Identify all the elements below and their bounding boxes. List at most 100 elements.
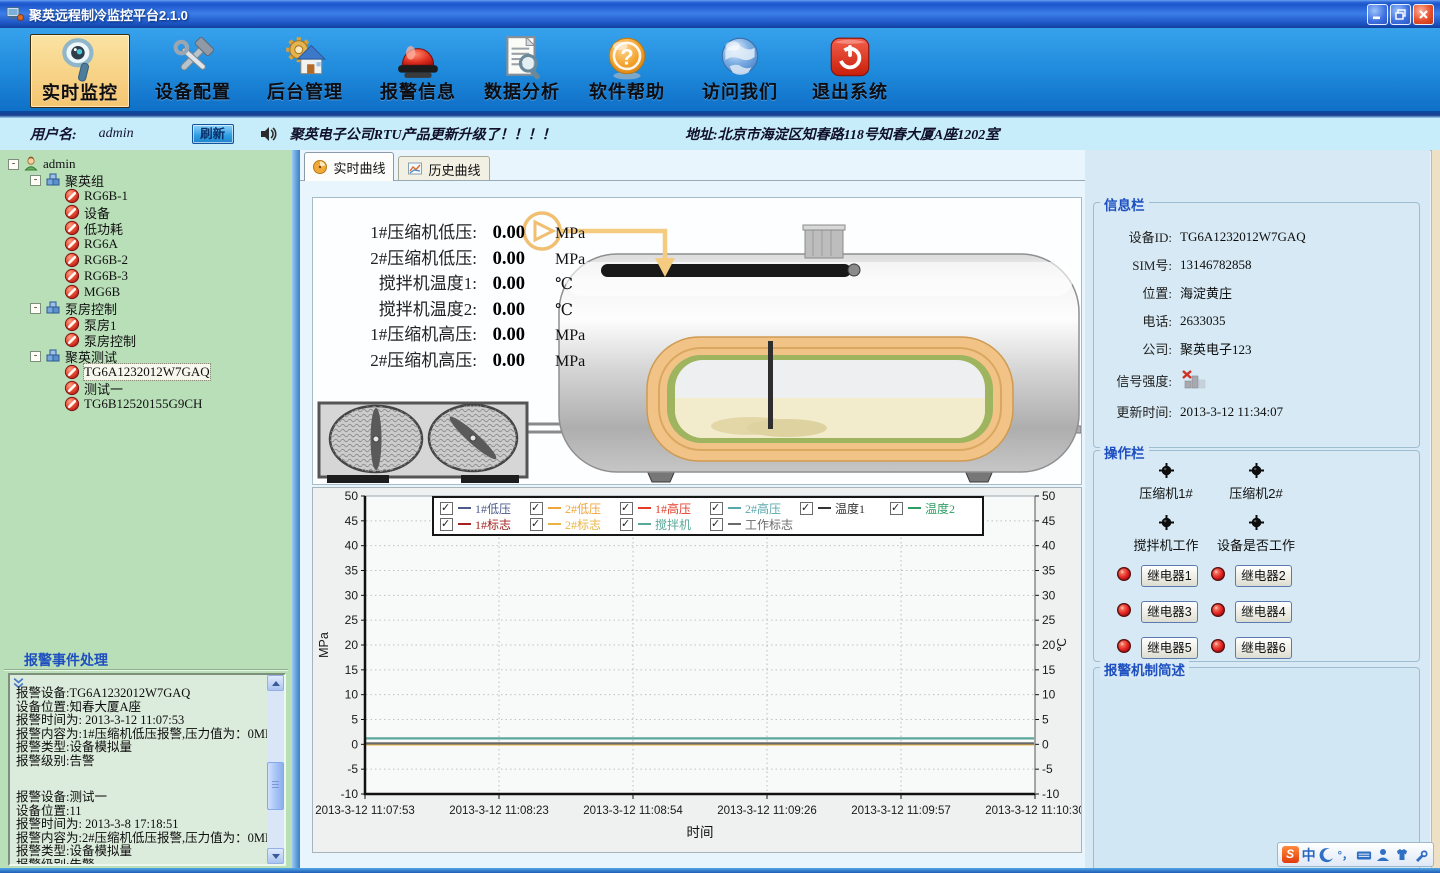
info-row: 更新时间:2013-3-12 11:34:07 — [1094, 402, 1419, 421]
legend-checkbox[interactable] — [440, 518, 453, 531]
device-offline-icon — [64, 220, 80, 236]
measurement-unit: MPa — [555, 353, 585, 371]
relay-button-1[interactable]: 继电器1 — [1141, 565, 1198, 587]
legend-item: 1#标志 — [440, 516, 530, 533]
info-group-title: 信息栏 — [1100, 194, 1149, 214]
x-tick-label: 2013-3-12 11:09:57 — [851, 805, 951, 817]
device-offline-icon — [64, 364, 80, 380]
sogou-logo-icon[interactable]: S — [1282, 846, 1299, 863]
scrollbar-down-button[interactable] — [267, 848, 284, 864]
legend-dash-icon — [458, 507, 471, 509]
tree-row[interactable]: RG6B-3 — [0, 268, 292, 284]
legend-label: 1#低压 — [475, 500, 511, 517]
tree-row[interactable]: 泵房1 — [0, 316, 292, 332]
legend-checkbox[interactable] — [620, 518, 633, 531]
tree-row[interactable]: TG6B12520155G9CH — [0, 396, 292, 412]
legend-checkbox[interactable] — [530, 518, 543, 531]
toolbar-button-7[interactable]: 访问我们 — [690, 34, 790, 108]
alarm-events-box[interactable]: 报警设备:TG6A1232012W7GAQ设备位置:知春大厦A座报警时间为: 2… — [8, 673, 286, 866]
tree-row[interactable]: TG6A1232012W7GAQ — [0, 364, 292, 380]
legend-checkbox[interactable] — [710, 518, 723, 531]
legend-item: 工作标志 — [710, 516, 800, 533]
toolbar-button-1[interactable]: 实时监控 — [30, 34, 130, 108]
toolbar-button-2[interactable]: 设备配置 — [143, 34, 243, 108]
relay-button-4[interactable]: 继电器4 — [1235, 601, 1292, 623]
tree-row[interactable]: MG6B — [0, 284, 292, 300]
info-value: 聚英电子123 — [1180, 339, 1252, 358]
toolbar-button-4[interactable]: 报警信息 — [368, 34, 468, 108]
expand-toggle[interactable] — [30, 351, 41, 362]
legend-label: 2#低压 — [565, 500, 601, 517]
legend-checkbox[interactable] — [710, 502, 723, 515]
expand-toggle[interactable] — [8, 159, 19, 170]
alarm-scrollbar[interactable] — [267, 675, 284, 864]
toolbar-button-8[interactable]: 退出系统 — [800, 34, 900, 108]
relay-button-3[interactable]: 继电器3 — [1141, 601, 1198, 623]
svg-text:35: 35 — [1042, 564, 1056, 578]
measurement-label: 1#压缩机高压: — [317, 320, 477, 345]
tree-device-label: TG6B12520155G9CH — [84, 396, 202, 412]
keyboard-icon[interactable] — [1356, 847, 1372, 863]
measurement-value: 0.00 — [477, 249, 525, 270]
restore-button[interactable] — [1390, 4, 1411, 25]
tree-row[interactable]: 泵房控制 — [0, 300, 292, 316]
tree-row[interactable]: RG6A — [0, 236, 292, 252]
tab-realtime-curve[interactable]: 实时曲线 — [304, 152, 394, 181]
scrollbar-up-button[interactable] — [267, 675, 284, 691]
ime-toolbar[interactable]: S 中 °， — [1277, 842, 1434, 867]
legend-label: 温度2 — [925, 500, 955, 517]
measurement-row: 1#压缩机低压:0.00MPa — [317, 218, 585, 244]
right-scroll-strip[interactable] — [1431, 150, 1440, 868]
scrollbar-thumb[interactable] — [267, 762, 284, 810]
measurement-row: 搅拌机温度2:0.00℃ — [317, 295, 585, 321]
legend-checkbox[interactable] — [530, 502, 543, 515]
relay-button-2[interactable]: 继电器2 — [1235, 565, 1292, 587]
expand-toggle[interactable] — [30, 303, 41, 314]
toolbar-button-3[interactable]: 后台管理 — [255, 34, 355, 108]
refresh-button[interactable]: 刷新 — [192, 124, 234, 144]
black-indicator-icon — [1206, 463, 1306, 478]
close-button[interactable] — [1413, 4, 1434, 25]
legend-checkbox[interactable] — [890, 502, 903, 515]
moon-icon[interactable] — [1319, 847, 1335, 863]
toolbar-button-label: 退出系统 — [812, 82, 888, 102]
tree-row[interactable]: 低功耗 — [0, 220, 292, 236]
toolbar-button-5[interactable]: 数据分析 — [472, 34, 572, 108]
toolbar-button-6[interactable]: ?软件帮助 — [577, 34, 677, 108]
legend-checkbox[interactable] — [440, 502, 453, 515]
alarm-event-line: 报警设备:测试一 — [16, 791, 262, 805]
svg-text:5: 5 — [1042, 713, 1049, 727]
measurement-value: 0.00 — [477, 300, 525, 321]
info-label: 更新时间: — [1094, 402, 1172, 421]
speaker-icon[interactable] — [258, 124, 278, 144]
relay-button-5[interactable]: 继电器5 — [1141, 637, 1198, 659]
tree-row[interactable]: RG6B-1 — [0, 188, 292, 204]
measurement-row: 2#压缩机低压:0.00MPa — [317, 244, 585, 270]
tree-row[interactable]: admin — [0, 156, 292, 172]
tree-row[interactable]: 聚英组 — [0, 172, 292, 188]
toolbar-button-label: 报警信息 — [380, 82, 456, 102]
tab-history-curve[interactable]: 历史曲线 — [398, 156, 490, 181]
legend-item: 温度2 — [890, 500, 980, 517]
chinese-mode-icon[interactable]: 中 — [1302, 845, 1316, 865]
skin-shirt-icon[interactable] — [1394, 847, 1410, 863]
svg-text:0: 0 — [351, 737, 358, 751]
legend-checkbox[interactable] — [800, 502, 813, 515]
legend-checkbox[interactable] — [620, 502, 633, 515]
tree-row[interactable]: 泵房控制 — [0, 332, 292, 348]
legend-dash-icon — [818, 507, 831, 509]
tree-row[interactable]: 测试一 — [0, 380, 292, 396]
svg-text:50: 50 — [345, 489, 359, 503]
person-icon[interactable] — [1375, 847, 1391, 863]
tree-row[interactable]: RG6B-2 — [0, 252, 292, 268]
red-led-icon — [1210, 566, 1226, 587]
panel-splitter[interactable] — [292, 150, 300, 868]
wrench-icon[interactable] — [1413, 847, 1429, 863]
punctuation-icon[interactable]: °， — [1338, 847, 1353, 863]
tree-row[interactable]: 设备 — [0, 204, 292, 220]
minimize-button[interactable] — [1367, 4, 1388, 25]
tree-row[interactable]: 聚英测试 — [0, 348, 292, 364]
expand-toggle[interactable] — [30, 175, 41, 186]
tab-strip-line — [300, 180, 1085, 181]
relay-button-6[interactable]: 继电器6 — [1235, 637, 1292, 659]
